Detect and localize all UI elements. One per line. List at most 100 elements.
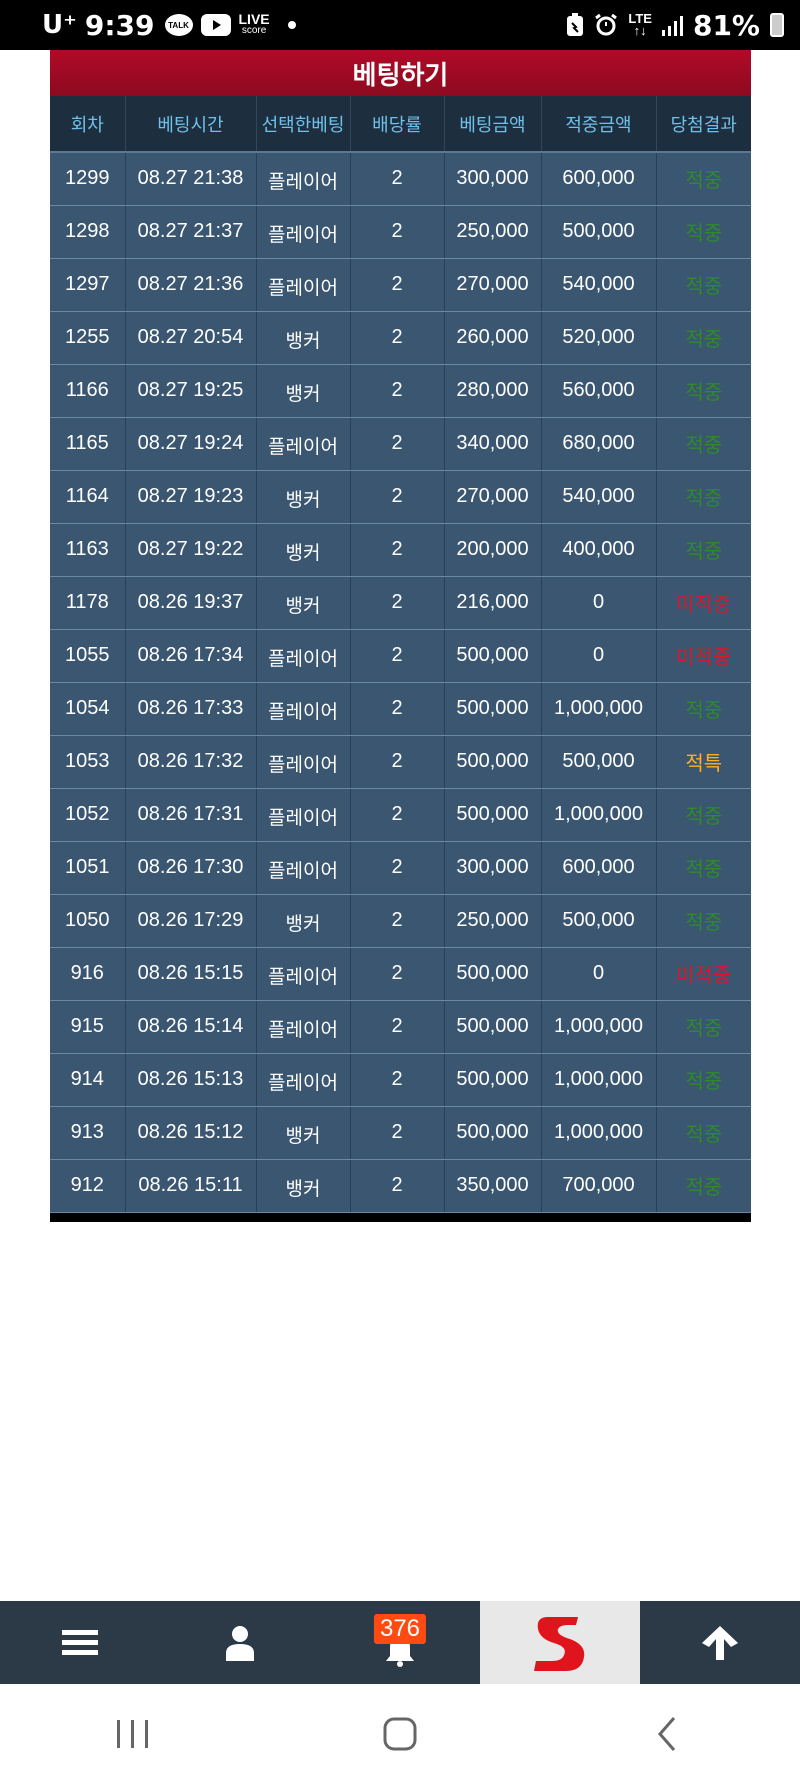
table-row: 1178 08.26 19:37 뱅커 2 216,000 0 미적중 <box>50 576 751 630</box>
lte-indicator: LTE ↑↓ <box>628 11 652 38</box>
cell-win-amount: 1,000,000 <box>541 1053 657 1107</box>
arrow-up-icon <box>702 1625 738 1660</box>
cell-bet-amount: 200,000 <box>444 523 542 577</box>
cell-bet-amount: 500,000 <box>444 1000 542 1054</box>
cell-round: 912 <box>50 1159 126 1213</box>
table-row: 1165 08.27 19:24 플레이어 2 340,000 680,000 적중 <box>50 417 751 471</box>
cell-time: 08.26 15:14 <box>125 1000 257 1054</box>
table-row: 1166 08.27 19:25 뱅커 2 280,000 560,000 적중 <box>50 364 751 418</box>
cell-result: 적중 <box>656 1159 751 1213</box>
table-row: 1164 08.27 19:23 뱅커 2 270,000 540,000 적중 <box>50 470 751 524</box>
cell-time: 08.26 15:13 <box>125 1053 257 1107</box>
user-icon <box>226 1625 254 1661</box>
cell-odds: 2 <box>350 1053 445 1107</box>
cell-odds: 2 <box>350 523 445 577</box>
cell-bet-amount: 500,000 <box>444 1053 542 1107</box>
cell-odds: 2 <box>350 364 445 418</box>
recent-apps-icon <box>117 1720 149 1748</box>
cell-choice: 플레이어 <box>256 947 351 1001</box>
cell-odds: 2 <box>350 470 445 524</box>
cell-choice: 뱅커 <box>256 894 351 948</box>
cell-win-amount: 520,000 <box>541 311 657 365</box>
profile-button[interactable] <box>160 1601 320 1684</box>
cell-time: 08.26 17:32 <box>125 735 257 789</box>
cell-round: 1051 <box>50 841 126 895</box>
cell-win-amount: 500,000 <box>541 735 657 789</box>
cell-bet-amount: 350,000 <box>444 1159 542 1213</box>
table-header-row: 회차 베팅시간 선택한베팅 배당률 베팅금액 적중금액 당첨결과 <box>50 96 751 153</box>
column-header-choice: 선택한베팅 <box>256 96 351 153</box>
cell-win-amount: 600,000 <box>541 152 657 206</box>
scroll-top-button[interactable] <box>640 1601 800 1684</box>
brand-logo-button[interactable] <box>480 1601 640 1684</box>
cell-round: 1255 <box>50 311 126 365</box>
cell-win-amount: 540,000 <box>541 258 657 312</box>
notifications-button[interactable]: 376 <box>320 1601 480 1684</box>
column-header-time: 베팅시간 <box>125 96 257 153</box>
cell-choice: 플레이어 <box>256 629 351 683</box>
cell-round: 1298 <box>50 205 126 259</box>
battery-percent: 81% <box>692 8 760 42</box>
cell-result: 미적중 <box>656 576 751 630</box>
cell-round: 1050 <box>50 894 126 948</box>
cell-result: 적중 <box>656 1106 751 1160</box>
cell-bet-amount: 500,000 <box>444 788 542 842</box>
cell-odds: 2 <box>350 682 445 736</box>
recent-apps-button[interactable] <box>93 1704 173 1764</box>
talk-label: TALK <box>168 20 189 30</box>
cell-result: 적중 <box>656 417 751 471</box>
cell-bet-amount: 500,000 <box>444 629 542 683</box>
cell-bet-amount: 280,000 <box>444 364 542 418</box>
cell-win-amount: 500,000 <box>541 205 657 259</box>
column-header-bet-amount: 베팅금액 <box>444 96 542 153</box>
cell-round: 913 <box>50 1106 126 1160</box>
table-row: 1052 08.26 17:31 플레이어 2 500,000 1,000,000 적중 <box>50 788 751 842</box>
battery-icon <box>770 13 784 37</box>
column-header-win-amount: 적중금액 <box>541 96 657 153</box>
cell-choice: 플레이어 <box>256 417 351 471</box>
cell-win-amount: 700,000 <box>541 1159 657 1213</box>
cell-choice: 플레이어 <box>256 152 351 206</box>
cell-round: 1055 <box>50 629 126 683</box>
cell-result: 적중 <box>656 152 751 206</box>
cell-bet-amount: 300,000 <box>444 152 542 206</box>
brand-logo <box>534 1616 585 1671</box>
system-nav-bar <box>0 1684 800 1784</box>
table-row: 915 08.26 15:14 플레이어 2 500,000 1,000,000 적중 <box>50 1000 751 1054</box>
table-row: 1297 08.27 21:36 플레이어 2 270,000 540,000 적중 <box>50 258 751 312</box>
cell-win-amount: 500,000 <box>541 894 657 948</box>
cell-bet-amount: 270,000 <box>444 470 542 524</box>
cell-result: 적중 <box>656 523 751 577</box>
back-button[interactable] <box>627 1704 707 1764</box>
clock: 9:39 <box>84 8 155 42</box>
cell-bet-amount: 300,000 <box>444 841 542 895</box>
cell-win-amount: 0 <box>541 629 657 683</box>
more-notifications-dot-icon <box>287 21 296 29</box>
cell-bet-amount: 500,000 <box>444 682 542 736</box>
betting-history-panel: 베팅하기 회차 베팅시간 선택한베팅 배당률 베팅금액 적중금액 당첨결과 12… <box>50 50 751 1222</box>
table-row: 1051 08.26 17:30 플레이어 2 300,000 600,000 적중 <box>50 841 751 895</box>
cell-result: 적중 <box>656 788 751 842</box>
cell-choice: 뱅커 <box>256 311 351 365</box>
cell-result: 적중 <box>656 894 751 948</box>
cell-bet-amount: 250,000 <box>444 894 542 948</box>
table-row: 916 08.26 15:15 플레이어 2 500,000 0 미적중 <box>50 947 751 1001</box>
cell-time: 08.27 21:38 <box>125 152 257 206</box>
carrier-label: U⁺ <box>42 10 77 40</box>
home-icon <box>383 1717 417 1751</box>
cell-round: 1166 <box>50 364 126 418</box>
cell-choice: 뱅커 <box>256 523 351 577</box>
cell-choice: 뱅커 <box>256 1159 351 1213</box>
table-row: 1050 08.26 17:29 뱅커 2 250,000 500,000 적중 <box>50 894 751 948</box>
youtube-notification-icon <box>200 14 231 36</box>
cell-time: 08.26 15:11 <box>125 1159 257 1213</box>
table-row: 1255 08.27 20:54 뱅커 2 260,000 520,000 적중 <box>50 311 751 365</box>
cell-time: 08.27 19:25 <box>125 364 257 418</box>
live-label: LIVE <box>238 11 270 27</box>
cell-result: 미적중 <box>656 947 751 1001</box>
cell-choice: 플레이어 <box>256 1000 351 1054</box>
betting-history-table: 회차 베팅시간 선택한베팅 배당률 베팅금액 적중금액 당첨결과 1299 08.… <box>50 96 751 1213</box>
menu-button[interactable] <box>0 1601 160 1684</box>
live-score-notification-icon: LIVE score <box>238 11 270 37</box>
home-button[interactable] <box>360 1704 440 1764</box>
